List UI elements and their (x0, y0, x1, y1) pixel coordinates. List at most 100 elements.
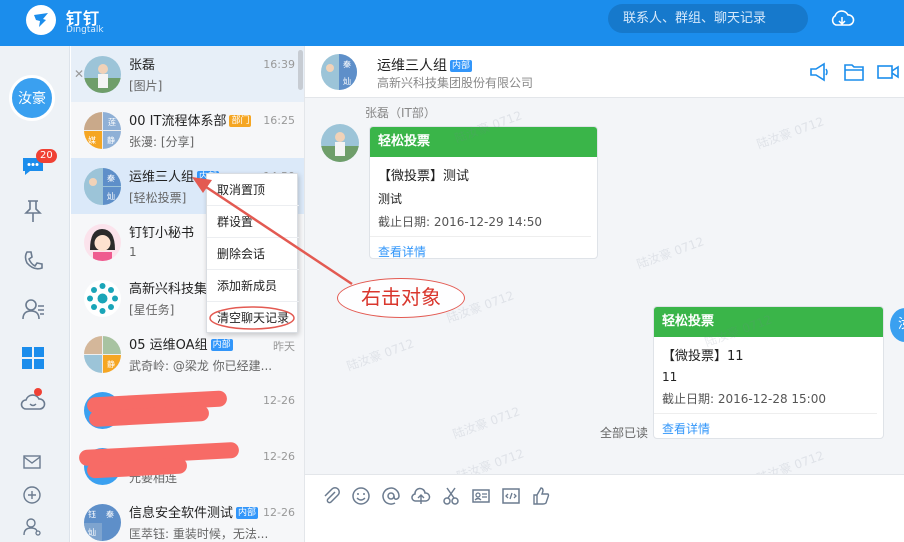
self-message-avatar[interactable]: 汝 (890, 308, 904, 342)
chat-preview: 匡萃钰: 重装时候，无法... (129, 527, 269, 541)
add-icon[interactable] (22, 485, 42, 505)
chat-preview: [图片] (129, 79, 163, 93)
read-status[interactable]: 全部已读 (600, 424, 648, 441)
top-bar: 钉钉 Dingtalk 联系人、群组、聊天记录 (0, 0, 904, 46)
code-icon[interactable] (501, 486, 521, 506)
chat-preview: 张漫: [分享] (129, 135, 195, 149)
watermark: 陆汝豪 0712 (344, 336, 416, 374)
menu-item-add-member[interactable]: 添加新成员 (207, 270, 299, 302)
menu-item-delete-chat[interactable]: 删除会话 (207, 238, 299, 270)
chat-item-security-test[interactable]: 钰秦灿 信息安全软件测试 内部 匡萃钰: 重装时候，无法... 12-26 (71, 494, 304, 542)
thumbs-up-icon[interactable] (531, 486, 551, 506)
company-logo (84, 280, 121, 317)
avatar (84, 224, 121, 261)
chat-item-zhanglei[interactable]: ✕ 张磊 [图片] 16:39 (71, 46, 304, 102)
chat-name: 钉钉小秘书 (129, 226, 195, 241)
group-avatar: 静 (84, 336, 121, 373)
announcement-icon[interactable] (808, 62, 830, 82)
mention-icon[interactable] (381, 486, 401, 506)
chat-name: 高新兴科技集 (129, 282, 208, 297)
chat-name: 信息安全软件测试 内部 (129, 506, 259, 521)
emoji-icon[interactable] (351, 486, 371, 506)
vote-body: 11 (662, 370, 678, 384)
organization-name: 高新兴科技集团股份有限公司 (377, 76, 534, 90)
view-details-link[interactable]: 查看详情 (654, 414, 883, 438)
group-avatar: 秦灿 (321, 54, 357, 90)
vote-title: 【微投票】11 (662, 349, 744, 364)
apps-icon[interactable] (20, 345, 46, 371)
vote-title: 【微投票】测试 (378, 169, 470, 184)
phone-icon[interactable] (20, 248, 46, 274)
svg-text:媒: 媒 (88, 136, 96, 145)
app-subtitle: Dingtalk (66, 25, 104, 35)
pin-icon[interactable] (20, 198, 46, 224)
context-menu: 取消置顶 群设置 删除会话 添加新成员 清空聊天记录 (206, 173, 299, 334)
svg-text:灿: 灿 (88, 527, 96, 537)
internal-tag: 内部 (236, 507, 259, 519)
svg-text:秦: 秦 (107, 173, 115, 183)
chat-time: 昨天 (273, 340, 295, 353)
vote-deadline: 截止日期: 2016-12-28 15:00 (654, 384, 877, 414)
view-details-link[interactable]: 查看详情 (370, 237, 597, 258)
watermark: 陆汝豪 0712 (754, 114, 826, 152)
chat-time: 16:25 (263, 114, 295, 127)
chat-time: 12-26 (263, 450, 295, 463)
watermark: 陆汝豪 0712 (450, 404, 522, 442)
message-input-area[interactable] (305, 474, 904, 542)
notification-dot (34, 388, 42, 396)
menu-item-clear-history[interactable]: 清空聊天记录 (207, 302, 299, 334)
chat-preview: 武奇岭: @梁龙 你已经建... (129, 359, 273, 373)
user-settings-icon[interactable] (22, 516, 42, 536)
chat-name: 05 运维OA组 内部 (129, 338, 233, 353)
close-icon[interactable]: ✕ (74, 67, 84, 81)
search-input[interactable]: 联系人、群组、聊天记录 (608, 4, 808, 33)
chat-time: 12-26 (263, 506, 295, 519)
svg-text:静: 静 (107, 359, 115, 369)
card-icon[interactable] (471, 486, 491, 506)
internal-tag: 内部 (210, 339, 233, 351)
vote-card-received[interactable]: 轻松投票 【微投票】测试 测试 截止日期: 2016-12-29 14:50 查… (369, 126, 598, 259)
folder-icon[interactable] (843, 62, 865, 82)
svg-text:灿: 灿 (107, 191, 115, 201)
svg-text:钰: 钰 (88, 509, 96, 519)
group-avatar: 秦灿 (84, 168, 121, 205)
chat-item-ops-oa[interactable]: 静 05 运维OA组 内部 武奇岭: @梁龙 你已经建... 昨天 (71, 326, 304, 382)
dingtalk-logo-icon (26, 5, 56, 35)
svg-text:秦: 秦 (343, 59, 351, 69)
message-badge: 20 (36, 149, 57, 163)
svg-text:静: 静 (107, 135, 115, 145)
group-avatar: 莲媒 静 (84, 112, 121, 149)
chat-time: 16:39 (263, 58, 295, 71)
scissors-icon[interactable] (441, 486, 461, 506)
conversation-title: 运维三人组 内部 (377, 58, 473, 74)
annotation-label: 右击对象 (337, 278, 465, 318)
chat-time: 12-26 (263, 394, 295, 407)
group-avatar: 钰秦灿 (84, 504, 121, 541)
cloud-icon[interactable] (20, 389, 46, 415)
dept-tag: 部门 (229, 115, 252, 127)
svg-text:莲: 莲 (108, 117, 116, 127)
cloud-upload-icon[interactable] (411, 486, 431, 506)
chat-name: 张磊 (129, 58, 156, 73)
avatar[interactable] (321, 124, 359, 162)
contacts-icon[interactable] (20, 296, 46, 322)
chat-list-scrollbar[interactable] (298, 50, 303, 90)
svg-text:灿: 灿 (343, 76, 351, 86)
self-avatar[interactable]: 汝豪 (9, 75, 55, 121)
video-call-icon[interactable] (876, 62, 899, 82)
vote-body: 测试 (378, 192, 403, 206)
cloud-sync-icon[interactable] (829, 7, 855, 31)
chat-item-it-dept[interactable]: 莲媒 静 00 IT流程体系部 部门 张漫: [分享] 16:25 (71, 102, 304, 158)
vote-deadline: 截止日期: 2016-12-29 14:50 (370, 207, 591, 237)
conversation-header: 秦灿 运维三人组 内部 高新兴科技集团股份有限公司 (305, 46, 904, 98)
message-sender: 张磊（IT部） (365, 106, 436, 120)
menu-item-unpin[interactable]: 取消置顶 (207, 174, 299, 206)
svg-text:秦: 秦 (106, 509, 114, 519)
internal-tag: 内部 (450, 60, 473, 72)
avatar (84, 56, 121, 93)
mail-icon[interactable] (22, 452, 42, 472)
attach-icon[interactable] (321, 486, 341, 506)
menu-item-group-settings[interactable]: 群设置 (207, 206, 299, 238)
chat-name: 00 IT流程体系部 部门 (129, 114, 252, 129)
watermark: 陆汝豪 0712 (634, 234, 706, 272)
